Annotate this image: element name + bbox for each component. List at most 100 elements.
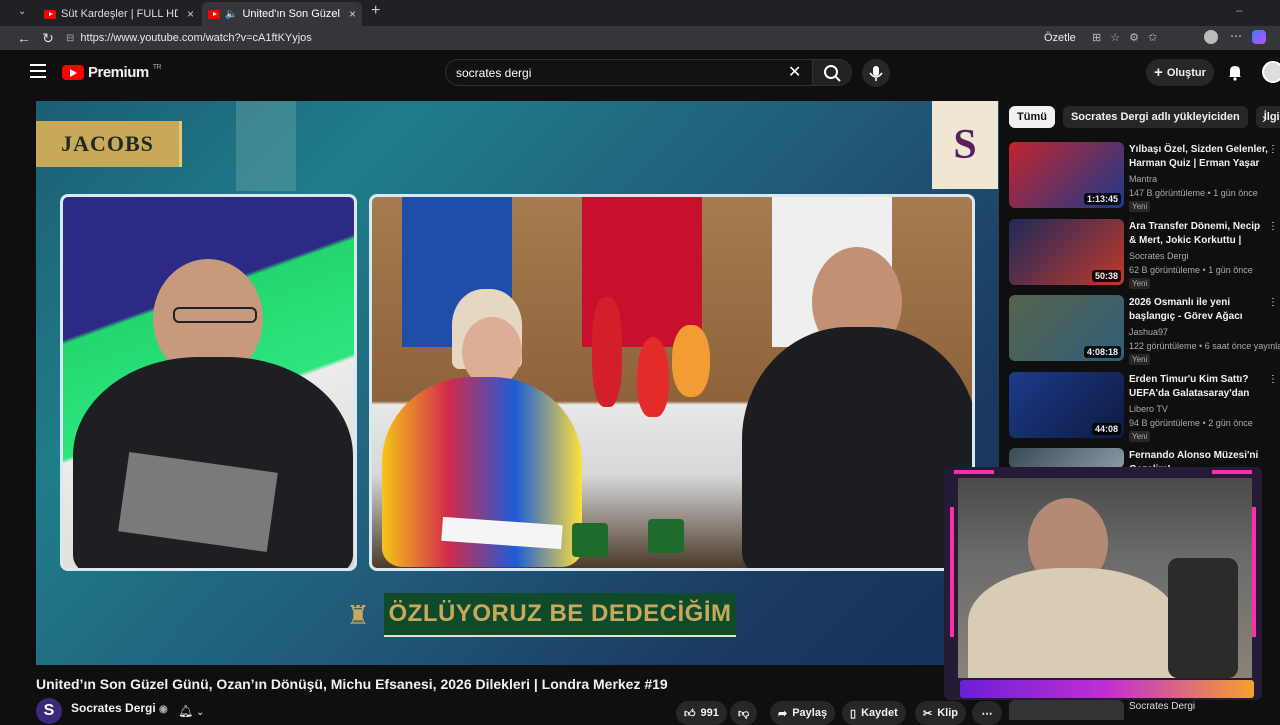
channel-avatar[interactable]: S [36, 698, 62, 724]
chip-all[interactable]: Tümü [1009, 106, 1055, 128]
new-badge: Yeni [1129, 354, 1151, 365]
reload-icon[interactable]: ↻ [36, 30, 60, 47]
jacobs-sponsor-logo: JACOBS [36, 121, 182, 167]
search-input[interactable]: socrates dergi [445, 59, 815, 86]
tab-list-chevron-icon[interactable]: ⌄ [18, 6, 26, 17]
new-badge: Yeni [1129, 431, 1151, 442]
like-button[interactable]: 👍︎ 991 [676, 701, 727, 725]
video-thumbnail[interactable]: 44:08 [1009, 372, 1124, 438]
summarize-button[interactable]: Özetle [1044, 32, 1076, 44]
chair-graphic [1168, 558, 1238, 678]
rec-title: 2026 Osmanlı ile yeni başlangıç - Görev … [1129, 297, 1243, 322]
list-item[interactable]: 1:13:45 Yılbaşı Özel, Sizden Gelenler, H… [1009, 142, 1280, 214]
kebab-menu-icon[interactable]: ⋮ [1268, 144, 1278, 155]
neon-accent [954, 470, 994, 474]
close-tab-icon[interactable]: × [187, 7, 194, 21]
list-item[interactable]: 4:08:18 2026 Osmanlı ile yeni başlangıç … [1009, 295, 1280, 367]
tab-united[interactable]: 🔈 United'ın Son Güzel Günü, O: × [202, 2, 362, 26]
banner-text: ÖZLÜYORUZ BE DEDECİĞİM [384, 593, 736, 637]
voice-search-button[interactable] [862, 59, 890, 87]
parrot-toy [592, 297, 622, 407]
create-label: Oluştur [1166, 66, 1206, 79]
duration-badge: 50:38 [1091, 270, 1121, 282]
list-item[interactable]: Fernando Alonso Müzesi'ni Gezelim! [1009, 448, 1280, 475]
filter-chips: Tümü Socrates Dergi adlı yükleyiciden İl… [1009, 106, 1280, 128]
new-tab-button[interactable]: + [371, 2, 380, 20]
tab-title: Süt Kardeşler | FULL HD - YouTube [61, 8, 178, 20]
partial-recommendation[interactable]: Socrates Dergi [1009, 700, 1280, 720]
youtube-favicon-icon [208, 9, 220, 19]
green-mug [572, 523, 608, 557]
copilot-icon[interactable] [1252, 30, 1266, 44]
clip-label: Klip [937, 707, 958, 719]
video-thumbnail[interactable]: 1:13:45 [1009, 142, 1124, 208]
rec-title: Erden Timur'u Kim Sattı? UEFA'da Galatas… [1129, 374, 1250, 399]
close-tab-icon[interactable]: × [349, 7, 356, 21]
youtube-premium-logo[interactable]: Premium TR [62, 64, 162, 81]
bookmark-icon: ▯ [850, 707, 857, 720]
share-button[interactable]: ➦ Paylaş [770, 701, 836, 725]
save-button[interactable]: ▯ Kaydet [842, 701, 906, 725]
chip-related[interactable]: İlgili [1255, 106, 1280, 128]
browser-extension-icons[interactable]: ⊞☆⚙✩ [1092, 31, 1166, 44]
microphone-icon [869, 66, 883, 81]
red-mascot-toy [637, 337, 669, 417]
back-arrow-icon[interactable]: ← [12, 30, 36, 46]
kebab-menu-icon[interactable]: ⋮ [1268, 297, 1278, 308]
tab-sut-kardesler[interactable]: Süt Kardeşler | FULL HD - YouTube × [38, 2, 200, 26]
notifications-bell-icon[interactable] [1226, 63, 1244, 81]
neon-accent [1212, 470, 1252, 474]
new-badge: Yeni [1129, 278, 1151, 289]
youtube-favicon-icon [44, 9, 56, 19]
big-ben-graphic [236, 101, 296, 191]
rec-title: Yılbaşı Özel, Sizden Gelenler, Harman Qu… [1129, 144, 1268, 169]
clear-search-icon[interactable]: ✕ [788, 62, 801, 82]
share-arrow-icon: ➦ [778, 707, 788, 720]
chevron-down-icon: ⌄ [193, 707, 205, 718]
rec-meta: 62 B görüntüleme • 1 gün önce [1129, 265, 1253, 275]
site-info-icon[interactable]: ⊟ [66, 33, 74, 44]
chip-from-uploader[interactable]: Socrates Dergi adlı yükleyiciden [1062, 106, 1248, 128]
rec-channel: Libero TV [1129, 404, 1168, 414]
url-text: https://www.youtube.com/watch?v=cA1ftKYy… [80, 32, 312, 44]
subscription-bell-button[interactable]: 🔔︎ ⌄ [178, 704, 210, 722]
speaker-icon[interactable]: 🔈 [225, 9, 237, 20]
profile-icon[interactable] [1204, 30, 1218, 44]
video-thumbnail[interactable] [1009, 700, 1124, 720]
rec-meta: 94 B görüntüleme • 2 gün önce [1129, 418, 1253, 428]
kebab-menu-icon[interactable]: ⋮ [1268, 221, 1278, 232]
more-menu-icon[interactable]: ⋯ [1230, 29, 1242, 43]
plus-icon: + [1154, 64, 1163, 81]
minimize-button[interactable]: – [1236, 3, 1243, 17]
video-thumbnail[interactable]: 4:08:18 [1009, 295, 1124, 361]
video-thumbnail[interactable]: 50:38 [1009, 219, 1124, 285]
youtube-play-icon [62, 65, 84, 80]
video-frame-right [369, 194, 975, 571]
search-button[interactable] [812, 59, 852, 86]
duration-badge: 1:13:45 [1083, 193, 1121, 205]
url-field[interactable]: ⊟ https://www.youtube.com/watch?v=cA1ftK… [66, 28, 1066, 48]
green-mug [648, 519, 684, 553]
video-player[interactable]: JACOBS S ♜ ÖZLÜYORUZ BE DEDECİĞİM [36, 101, 999, 665]
chevron-right-icon[interactable]: › [1262, 110, 1267, 126]
video-title: United’ın Son Güzel Günü, Ozan’ın Dönüşü… [36, 676, 668, 692]
more-actions-button[interactable]: ⋯ [972, 701, 1002, 725]
dislike-button[interactable]: 👎︎ [730, 701, 758, 725]
kebab-menu-icon[interactable]: ⋮ [1268, 374, 1278, 385]
hamburger-menu-icon[interactable] [30, 64, 46, 78]
list-item[interactable]: 44:08 Erden Timur'u Kim Sattı? UEFA'da G… [1009, 372, 1280, 444]
clip-button[interactable]: ✂ Klip [915, 701, 966, 725]
channel-name[interactable]: Socrates Dergi ◉ [71, 701, 168, 715]
video-thumbnail[interactable] [1009, 448, 1124, 468]
charmander-toy [672, 325, 710, 397]
search-query: socrates dergi [456, 65, 532, 80]
thumbs-down-icon: 👎︎ [738, 707, 750, 720]
duration-badge: 4:08:18 [1083, 346, 1121, 358]
user-avatar[interactable] [1262, 61, 1280, 83]
streamer-hoodie [968, 568, 1178, 678]
address-bar-row: ← ↻ ⊟ https://www.youtube.com/watch?v=cA… [0, 26, 1280, 50]
create-button[interactable]: + Oluştur [1146, 59, 1214, 86]
rec-meta: 147 B görüntüleme • 1 gün önce [1129, 188, 1258, 198]
list-item[interactable]: 50:38 Ara Transfer Dönemi, Necip & Mert,… [1009, 219, 1280, 291]
scissors-icon: ✂ [923, 707, 933, 720]
